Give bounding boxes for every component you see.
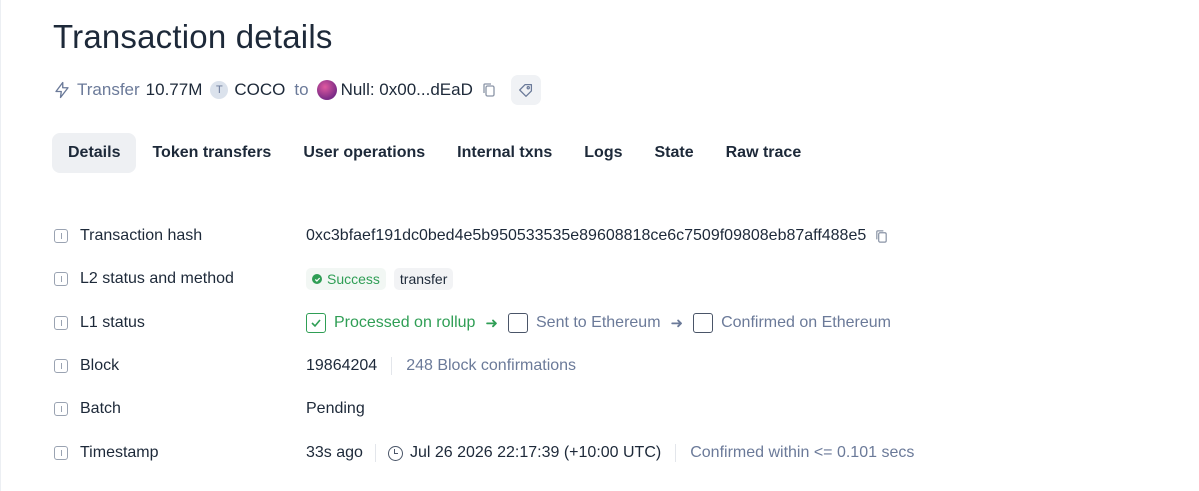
transaction-hash: 0xc3bfaef191dc0bed4e5b950533535e89608818… xyxy=(306,227,867,244)
info-icon[interactable] xyxy=(54,272,68,286)
timestamp-label: Timestamp xyxy=(80,444,159,461)
timestamp-absolute: Jul 26 2026 22:17:39 (+10:00 UTC) xyxy=(409,444,662,461)
info-icon[interactable] xyxy=(54,229,68,243)
tab-internal-txns[interactable]: Internal txns xyxy=(441,133,568,173)
l2-status-label: L2 status and method xyxy=(80,270,234,287)
tab-user-operations[interactable]: User operations xyxy=(287,133,441,173)
address-avatar-icon xyxy=(316,80,337,100)
hash-label: Transaction hash xyxy=(80,227,203,244)
left-border xyxy=(0,0,4,491)
batch-label: Batch xyxy=(80,400,121,417)
info-icon[interactable] xyxy=(54,359,68,373)
l1-step-confirmed-label: Confirmed on Ethereum xyxy=(721,314,891,331)
checked-box-icon xyxy=(306,313,326,333)
info-icon[interactable] xyxy=(54,402,68,416)
token-link[interactable]: COCO xyxy=(234,80,285,100)
unchecked-box-icon xyxy=(693,313,714,333)
info-icon[interactable] xyxy=(54,446,68,460)
lightning-icon xyxy=(55,81,69,99)
info-icon[interactable] xyxy=(54,316,68,330)
divider xyxy=(391,357,393,375)
confirmation-time: Confirmed within <= 0.101 secs xyxy=(690,444,915,461)
detail-row-hash: Transaction hash 0xc3bfaef191dc0bed4e5b9… xyxy=(54,224,1154,248)
detail-row-l2-status: L2 status and method Success transfer xyxy=(54,267,1154,291)
block-label: Block xyxy=(80,357,120,374)
divider xyxy=(374,444,376,462)
tab-logs[interactable]: Logs xyxy=(568,133,638,173)
detail-row-l1-status: L1 status Processed on rollup ➜ Sent to … xyxy=(54,311,1154,335)
arrow-right-icon: ➜ xyxy=(670,315,684,332)
add-tag-button[interactable] xyxy=(510,75,541,105)
l1-step-sent-label: Sent to Ethereum xyxy=(536,314,661,331)
detail-row-block: Block 19864204 248 Block confirmations xyxy=(54,354,1154,378)
status-badge: Success xyxy=(306,268,386,290)
clock-icon xyxy=(387,445,403,461)
to-label: to xyxy=(294,80,309,99)
l1-status-label: L1 status xyxy=(80,314,145,331)
amount: 10.77M xyxy=(145,80,203,99)
tab-raw-trace[interactable]: Raw trace xyxy=(710,133,818,173)
l1-step-confirmed: Confirmed on Ethereum xyxy=(693,313,891,333)
l1-step-sent: Sent to Ethereum xyxy=(508,313,661,333)
block-confirmations: 248 Block confirmations xyxy=(406,357,577,374)
action-label: Transfer xyxy=(77,80,140,99)
l1-step-processed: Processed on rollup xyxy=(306,313,475,333)
method-badge: transfer xyxy=(393,268,454,290)
arrow-right-icon: ➜ xyxy=(485,315,498,332)
copy-icon[interactable] xyxy=(481,82,497,98)
tag-icon xyxy=(518,83,532,97)
tab-token-transfers[interactable]: Token transfers xyxy=(136,133,287,173)
l1-step-processed-label: Processed on rollup xyxy=(334,314,476,331)
tab-details[interactable]: Details xyxy=(52,133,137,173)
recipient-address-link[interactable]: Null: 0x00...dEaD xyxy=(341,80,473,100)
detail-row-batch: Batch Pending xyxy=(54,397,1154,421)
block-number-link[interactable]: 19864204 xyxy=(306,357,377,375)
batch-value: Pending xyxy=(306,400,365,417)
detail-row-timestamp: Timestamp 33s ago Jul 26 2026 22:17:39 (… xyxy=(54,441,1154,465)
divider xyxy=(675,444,677,462)
copy-icon[interactable] xyxy=(874,229,889,244)
timestamp-relative: 33s ago xyxy=(306,444,363,461)
tab-bar: Details Token transfers User operations … xyxy=(52,133,817,173)
unchecked-box-icon xyxy=(508,313,528,333)
token-icon: T xyxy=(210,81,229,99)
transaction-summary: Transfer 10.77M T COCO to Null: 0x00...d… xyxy=(53,75,541,105)
page-title: Transaction details xyxy=(53,18,333,55)
status-text: Success xyxy=(327,271,380,287)
check-circle-icon xyxy=(312,274,322,284)
tab-state[interactable]: State xyxy=(639,133,710,173)
